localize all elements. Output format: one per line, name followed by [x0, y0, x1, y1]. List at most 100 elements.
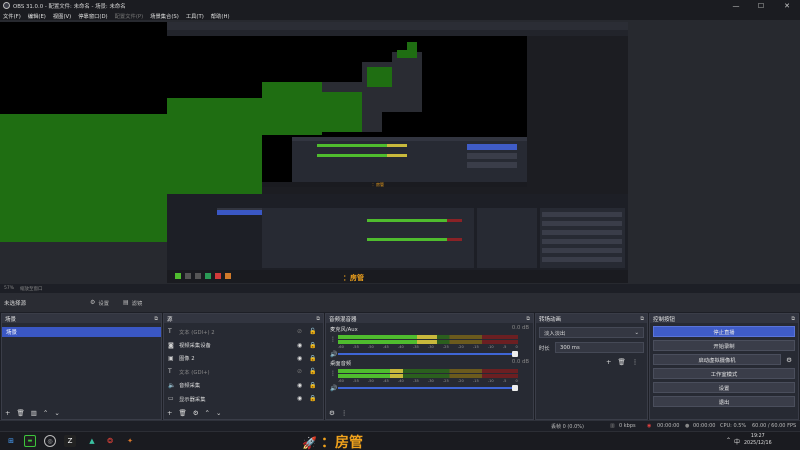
minimize-button[interactable]: —	[727, 0, 745, 11]
controls-title: 控制按钮	[653, 316, 676, 323]
source-filters-button[interactable]: ▤ 滤镜	[123, 299, 142, 307]
volume-slider[interactable]	[338, 351, 518, 357]
menu-file[interactable]: 文件(F)	[3, 12, 21, 20]
source-item[interactable]: ▭ 显示器采集 ◉ 🔒	[164, 392, 323, 405]
source-item[interactable]: T 文本 (GDI+) ⊘ 🔓	[164, 365, 323, 378]
visibility-icon[interactable]: ◉	[297, 395, 302, 402]
menu-edit[interactable]: 编辑(E)	[28, 12, 46, 20]
duration-input[interactable]: 300 ms	[555, 342, 644, 353]
undock-icon[interactable]: ⧉	[791, 316, 795, 322]
transitions-title: 转场动画	[539, 316, 562, 323]
unlock-icon[interactable]: 🔓	[309, 368, 316, 375]
windows-start-icon[interactable]: ⊞	[5, 435, 17, 447]
duration-value: 300 ms	[560, 344, 580, 351]
scene-list-item[interactable]: 场景	[2, 327, 161, 337]
obs-taskbar-icon[interactable]: ◎	[44, 435, 56, 447]
speaker-icon[interactable]: 🔊	[330, 385, 338, 392]
menu-profile[interactable]: 配置文件(P)	[115, 12, 144, 20]
channel-name: 桌面音频	[330, 361, 352, 367]
sources-dock: 源 ⧉ T 文本 (GDI+) 2 ⊘ 🔓 ◙ 视频采集设备 ◉ 🔒 ▣ 图像 …	[163, 313, 324, 420]
move-down-button[interactable]: ⌄	[54, 409, 59, 417]
clock[interactable]: 19:27 2025/12/16	[744, 434, 772, 447]
add-source-button[interactable]: +	[167, 409, 172, 417]
stop-stream-button[interactable]: 停止直播	[653, 326, 795, 337]
menu-docks[interactable]: 停靠窗口(D)	[78, 12, 107, 20]
svg-text:：房管: ：房管	[343, 273, 364, 282]
scene-filters-button[interactable]: ▥	[31, 409, 37, 417]
chevron-down-icon: ⌄	[634, 329, 639, 336]
add-transition-button[interactable]: +	[606, 358, 611, 366]
triangle-app-icon[interactable]: ▲	[86, 435, 98, 447]
menu-bar: 文件(F) 编辑(E) 视图(V) 停靠窗口(D) 配置文件(P) 场景集合(S…	[0, 11, 800, 20]
channel-menu-icon[interactable]: ⋮	[330, 370, 338, 377]
zoom-hint[interactable]: 缩放至窗口	[20, 286, 43, 292]
close-button[interactable]: ✕	[778, 0, 796, 11]
volume-slider[interactable]	[338, 385, 518, 391]
start-record-button[interactable]: 开始录制	[653, 340, 795, 351]
transition-menu-button[interactable]: ⋮	[632, 358, 639, 366]
menu-scene-collection[interactable]: 场景集合(S)	[150, 12, 179, 20]
settings-button[interactable]: 设置	[653, 382, 795, 393]
source-label: 音频采集	[179, 383, 201, 390]
visibility-icon[interactable]: ◉	[297, 355, 302, 362]
preview-canvas[interactable]: ：房管 ：房管	[167, 22, 628, 283]
zoom-value[interactable]: 57%	[4, 286, 14, 291]
mixer-settings-button[interactable]: ⚙	[329, 409, 335, 417]
remove-source-button[interactable]: 🗑	[178, 409, 186, 417]
language-indicator[interactable]: 中	[734, 437, 740, 446]
orange-app-icon[interactable]: ✦	[124, 435, 136, 447]
mixer-channel-mic: 麦克风/Aux 0.0 dB ⋮ -60 -55 -50 -45 -40 -35 -30 -2…	[326, 323, 533, 358]
red-app-icon[interactable]: ❂	[104, 435, 116, 447]
visibility-off-icon[interactable]: ⊘	[297, 368, 302, 375]
menu-tools[interactable]: 工具(T)	[186, 12, 204, 20]
no-source-selected-label: 未选择源	[4, 300, 27, 307]
z-app-icon[interactable]: Z	[64, 435, 76, 447]
studio-mode-button[interactable]: 工作室模式	[653, 368, 795, 379]
move-up-button[interactable]: ⌃	[205, 409, 210, 417]
lock-icon[interactable]: 🔒	[309, 382, 316, 389]
volume-knob[interactable]	[512, 351, 518, 357]
move-down-button[interactable]: ⌄	[216, 409, 221, 417]
mixer-menu-button[interactable]: ⋮	[341, 409, 348, 417]
remove-scene-button[interactable]: 🗑	[16, 409, 24, 417]
exit-button[interactable]: 退出	[653, 396, 795, 407]
visibility-icon[interactable]: ◉	[297, 382, 302, 389]
chevron-up-icon[interactable]: ⌃	[726, 437, 731, 444]
undock-icon[interactable]: ⧉	[640, 316, 644, 322]
source-item[interactable]: ◙ 视频采集设备 ◉ 🔒	[164, 338, 323, 351]
source-item[interactable]: 🔈 音频采集 ◉ 🔒	[164, 379, 323, 392]
move-up-button[interactable]: ⌃	[43, 409, 48, 417]
volume-knob[interactable]	[512, 385, 518, 391]
record-time: 00:00:00	[693, 423, 716, 429]
menu-view[interactable]: 视图(V)	[53, 12, 71, 20]
source-item[interactable]: ▣ 图像 2 ◉ 🔒	[164, 352, 323, 365]
transition-select[interactable]: 淡入淡出 ⌄	[539, 327, 644, 338]
monitor-icon: ▭	[168, 395, 174, 403]
source-item[interactable]: T 文本 (GDI+) 2 ⊘ 🔓	[164, 325, 323, 338]
visibility-icon[interactable]: ◉	[297, 342, 302, 349]
lock-icon[interactable]: 🔒	[309, 342, 316, 349]
app-green-icon[interactable]: ▬	[24, 435, 36, 447]
undock-icon[interactable]: ⧉	[316, 316, 320, 322]
gear-icon[interactable]: ⚙	[783, 354, 795, 365]
sources-title: 源	[167, 316, 173, 323]
channel-menu-icon[interactable]: ⋮	[330, 336, 338, 343]
remove-transition-button[interactable]: 🗑	[617, 358, 625, 366]
preview-zoom-row: 57% 缩放至窗口	[0, 284, 800, 293]
source-properties-button[interactable]: ⚙	[193, 409, 199, 417]
visibility-off-icon[interactable]: ⊘	[297, 328, 302, 335]
virtual-camera-button[interactable]: 启动虚拟摄像机	[653, 354, 781, 365]
speaker-icon[interactable]: 🔊	[330, 351, 338, 358]
lock-icon[interactable]: 🔒	[309, 395, 316, 402]
unlock-icon[interactable]: 🔓	[309, 328, 316, 335]
menu-help[interactable]: 帮助(H)	[211, 12, 230, 20]
lock-icon[interactable]: 🔒	[309, 355, 316, 362]
undock-icon[interactable]: ⧉	[526, 316, 530, 322]
add-scene-button[interactable]: +	[5, 409, 10, 417]
text-icon: T	[168, 328, 172, 336]
fps-readout: 60.00 / 60.00 FPS	[752, 423, 797, 429]
undock-icon[interactable]: ⧉	[154, 316, 158, 322]
clock-date: 2025/12/16	[744, 440, 772, 446]
maximize-button[interactable]: ☐	[752, 0, 770, 11]
source-settings-button[interactable]: ⚙ 设置	[90, 299, 109, 307]
